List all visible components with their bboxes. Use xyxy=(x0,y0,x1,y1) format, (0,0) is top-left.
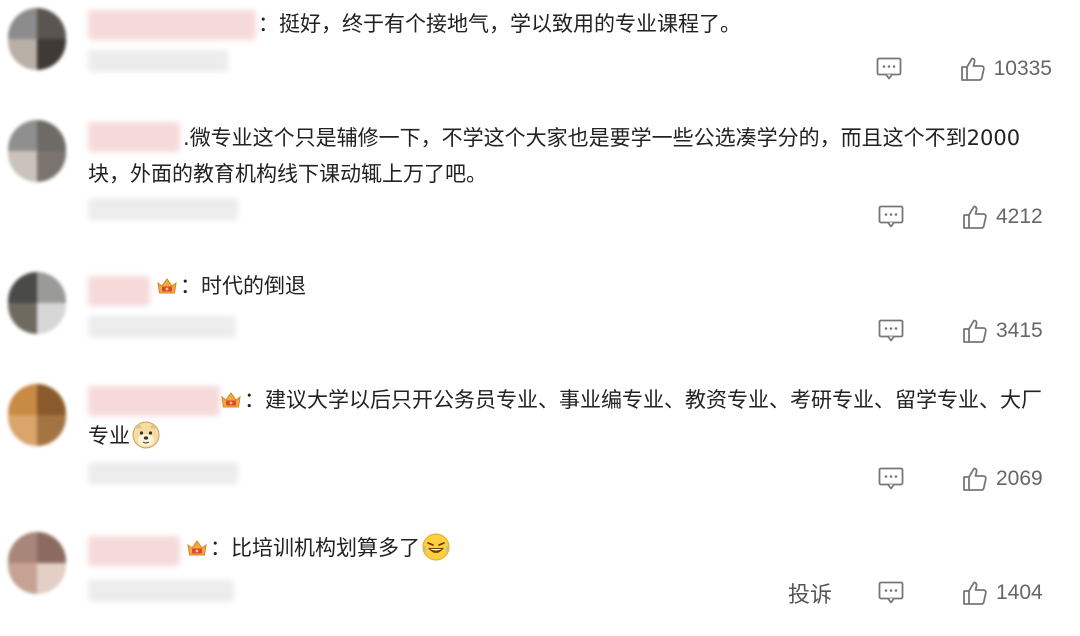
avatar[interactable] xyxy=(8,8,66,70)
avatar[interactable] xyxy=(8,532,66,594)
like-count: 2069 xyxy=(996,467,1043,490)
comment-text: 比培训机构划算多了 xyxy=(231,536,420,560)
comment-actions: 10335 xyxy=(876,54,1052,84)
comment-actions: 3415 xyxy=(878,316,1052,346)
separator: ： xyxy=(258,12,279,36)
comment-actions: 4212 xyxy=(878,202,1052,232)
thumbs-up-icon[interactable] xyxy=(962,204,988,230)
avatar[interactable] xyxy=(8,384,66,446)
separator: ： xyxy=(180,274,201,298)
crown-badge-icon xyxy=(156,276,178,296)
comment-meta-redacted xyxy=(88,580,234,602)
comment-icon[interactable] xyxy=(878,467,904,491)
laugh-cry-emoji-icon xyxy=(422,533,450,561)
comment-icon[interactable] xyxy=(878,205,904,229)
comment-actions: 投诉 1404 xyxy=(788,578,1052,608)
comment-text-line: ：挺好，终于有个接地气，学以致用的专业课程了。 xyxy=(258,6,741,42)
comment-meta-redacted xyxy=(88,198,238,220)
username-redacted[interactable] xyxy=(88,536,180,566)
comment-icon[interactable] xyxy=(876,57,902,81)
crown-badge-icon xyxy=(186,538,208,558)
crown-badge-icon xyxy=(220,390,242,410)
like-count: 1404 xyxy=(996,581,1043,604)
separator: . xyxy=(183,126,190,150)
comment-meta-redacted xyxy=(88,50,228,72)
comment-icon[interactable] xyxy=(878,319,904,343)
username-redacted[interactable] xyxy=(88,10,256,40)
comment-text-line: ：时代的倒退 xyxy=(156,268,306,304)
thumbs-up-icon[interactable] xyxy=(962,580,988,606)
comment-text-line: ：建议大学以后只开公务员专业、事业编专业、教资专业、考研专业、留学专业、大厂专业 xyxy=(88,382,1048,454)
doge-emoji-icon xyxy=(132,421,160,449)
thumbs-up-icon[interactable] xyxy=(960,56,986,82)
comment-text: 挺好，终于有个接地气，学以致用的专业课程了。 xyxy=(279,12,741,36)
like-count: 10335 xyxy=(993,57,1052,80)
avatar[interactable] xyxy=(8,272,66,334)
comment-meta-redacted xyxy=(88,462,238,484)
comment-text: 时代的倒退 xyxy=(201,274,306,298)
comment-text: 微专业这个只是辅修一下，不学这个大家也是要学一些公选凑学分的，而且这个不到200… xyxy=(88,126,1021,186)
comment-actions: 2069 xyxy=(878,464,1052,494)
comment-meta-redacted xyxy=(88,316,236,338)
separator: ： xyxy=(210,536,231,560)
report-button[interactable]: 投诉 xyxy=(788,577,832,609)
thumbs-up-icon[interactable] xyxy=(962,466,988,492)
comment-icon[interactable] xyxy=(878,581,904,605)
comment-text-line: .微专业这个只是辅修一下，不学这个大家也是要学一些公选凑学分的，而且这个不到20… xyxy=(88,120,1038,192)
username-redacted[interactable] xyxy=(88,276,150,306)
avatar[interactable] xyxy=(8,120,66,182)
comment-text-line: ：比培训机构划算多了 xyxy=(186,530,450,566)
like-count: 3415 xyxy=(996,319,1043,342)
like-count: 4212 xyxy=(996,205,1043,228)
thumbs-up-icon[interactable] xyxy=(962,318,988,344)
separator: ： xyxy=(244,388,265,412)
